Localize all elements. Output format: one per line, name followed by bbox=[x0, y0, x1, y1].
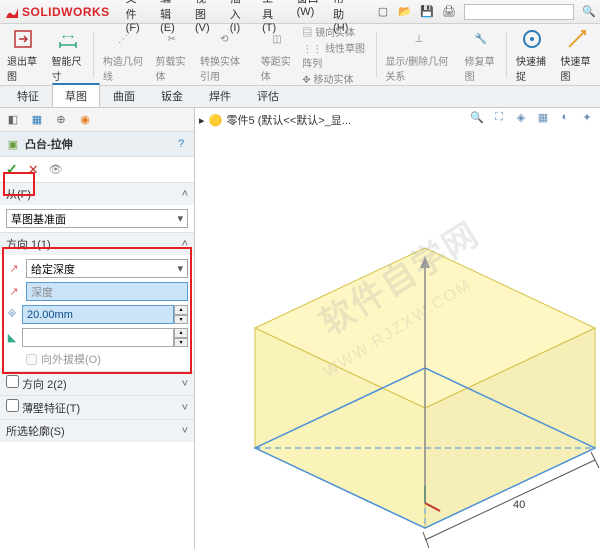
search-icon[interactable]: 🔍 bbox=[582, 5, 596, 19]
draft-outward-checkbox bbox=[26, 354, 37, 365]
section-from: 从(F) ˄ 草图基准面 ▾ bbox=[0, 182, 194, 232]
app-name: SOLIDWORKS bbox=[22, 5, 110, 19]
ribbon-pattern[interactable]: ⋮⋮ 线性草图阵列 bbox=[302, 40, 369, 70]
reverse-icon[interactable]: ↗ bbox=[6, 284, 22, 300]
caret-up-icon: ˄ bbox=[182, 238, 188, 250]
spin-down[interactable]: ▾ bbox=[174, 315, 188, 325]
tab-surface[interactable]: 曲面 bbox=[100, 84, 148, 107]
tab-evaluate[interactable]: 评估 bbox=[244, 84, 292, 107]
caret-down-icon: ˅ bbox=[182, 402, 188, 414]
tab-weldment[interactable]: 焊件 bbox=[196, 84, 244, 107]
cancel-button[interactable]: ✕ bbox=[28, 162, 39, 178]
dir2-checkbox[interactable] bbox=[6, 375, 19, 388]
spin-up[interactable]: ▴ bbox=[174, 328, 188, 338]
draft-input[interactable] bbox=[22, 328, 174, 347]
extrude-icon: ▣ bbox=[6, 137, 20, 151]
depth-input[interactable] bbox=[22, 305, 174, 324]
ribbon-repair[interactable]: 🔧修复草图 bbox=[462, 26, 501, 83]
depth-ref-field[interactable]: 深度 bbox=[26, 282, 188, 301]
ribbon-sep bbox=[93, 32, 94, 78]
tree-icon[interactable]: ◧ bbox=[6, 113, 20, 127]
caret-down-icon: ˅ bbox=[182, 425, 188, 437]
ribbon-trim[interactable]: ✂剪载实体 bbox=[152, 26, 191, 83]
section-from-header[interactable]: 从(F) ˄ bbox=[0, 183, 194, 205]
tab-sheetmetal[interactable]: 钣金 bbox=[148, 84, 196, 107]
feature-actions: ✓ ✕ 👁 bbox=[0, 157, 194, 182]
open-icon[interactable]: 📂 bbox=[398, 5, 412, 19]
print-icon[interactable]: 🖨 bbox=[442, 5, 456, 19]
tab-sketch[interactable]: 草图 bbox=[52, 83, 100, 107]
chevron-down-icon: ▾ bbox=[177, 262, 183, 275]
depth-icon: 🞜 bbox=[6, 307, 18, 323]
section-contour: 所选轮廓(S) ˅ bbox=[0, 419, 194, 442]
section-dir1-header[interactable]: 方向 1(1) ˄ bbox=[0, 233, 194, 255]
ribbon-exit-sketch[interactable]: 退出草图 bbox=[4, 26, 43, 83]
direction-icon[interactable]: ↗ bbox=[6, 261, 22, 277]
ribbon-rapid-sketch[interactable]: 快速草图 bbox=[558, 26, 597, 83]
thin-checkbox[interactable] bbox=[6, 399, 19, 412]
ribbon-relations[interactable]: ⊥显示/删除几何关系 bbox=[382, 26, 455, 83]
titlebar-tools: ▢ 📂 💾 🖨 🔍 bbox=[376, 4, 596, 20]
save-icon[interactable]: 💾 bbox=[420, 5, 434, 19]
ribbon-construct[interactable]: ⋰构造几何线 bbox=[100, 26, 147, 83]
appearance-icon[interactable]: ◉ bbox=[78, 113, 92, 127]
section-direction2: 方向 2(2) ˅ bbox=[0, 371, 194, 395]
depth-type-combo[interactable]: 给定深度 ▾ bbox=[26, 259, 188, 278]
tab-feature[interactable]: 特征 bbox=[4, 84, 52, 107]
viewport[interactable]: ▸ 🟡 零件5 (默认<<默认>_显... 🔍 ⛶ ◈ ▦ ◐ ✦ bbox=[195, 108, 600, 549]
chevron-down-icon: ▾ bbox=[177, 212, 183, 225]
menu-pin-icon[interactable]: 📌 bbox=[362, 0, 376, 2]
ribbon-convert[interactable]: ⟲转换实体引用 bbox=[197, 26, 252, 83]
svg-text:⟷: ⟷ bbox=[62, 32, 74, 41]
caret-up-icon: ˄ bbox=[182, 188, 188, 200]
property-manager: ◧ ▦ ⊕ ◉ ▣ 凸台-拉伸 ? ✓ ✕ 👁 从(F) ˄ 草图基准面 ▾ bbox=[0, 108, 195, 549]
search-input[interactable] bbox=[464, 4, 574, 20]
from-combo[interactable]: 草图基准面 ▾ bbox=[6, 209, 188, 228]
caret-down-icon: ˅ bbox=[182, 378, 188, 390]
section-direction1: 方向 1(1) ˄ ↗ 给定深度 ▾ ↗ 深度 bbox=[0, 232, 194, 371]
feature-title: 凸台-拉伸 bbox=[25, 136, 73, 152]
depth-spinner[interactable]: ▴▾ bbox=[22, 305, 188, 324]
feature-header: ▣ 凸台-拉伸 ? bbox=[0, 132, 194, 157]
new-icon[interactable]: ▢ bbox=[376, 5, 390, 19]
sidebar-tabs: ◧ ▦ ⊕ ◉ bbox=[0, 108, 194, 132]
config-icon[interactable]: ⊕ bbox=[54, 113, 68, 127]
draft-spinner[interactable]: ▴▾ bbox=[22, 328, 188, 347]
dimension-value: 40 bbox=[513, 499, 525, 511]
ribbon-quicksnap[interactable]: 快速捕捉 bbox=[513, 26, 552, 83]
ribbon-smart-dim[interactable]: ⟷ 智能尺寸 bbox=[49, 26, 88, 83]
app-logo: SOLIDWORKS bbox=[4, 4, 110, 20]
section-thin-header[interactable]: 薄壁特征(T) ˅ bbox=[0, 396, 194, 419]
draft-icon[interactable]: ◣ bbox=[6, 330, 18, 346]
props-icon[interactable]: ▦ bbox=[30, 113, 44, 127]
model-view: 40 bbox=[195, 108, 600, 549]
section-dir2-header[interactable]: 方向 2(2) ˅ bbox=[0, 372, 194, 395]
ribbon-mirror[interactable]: ▤ 镜向实体 bbox=[302, 24, 369, 39]
spin-up[interactable]: ▴ bbox=[174, 305, 188, 315]
help-icon[interactable]: ? bbox=[174, 137, 188, 151]
command-tabs: 特征 草图 曲面 钣金 焊件 评估 bbox=[0, 86, 600, 108]
ok-button[interactable]: ✓ bbox=[6, 161, 18, 178]
ribbon-sep bbox=[376, 32, 377, 78]
preview-icon[interactable]: 👁 bbox=[49, 163, 63, 177]
spin-down[interactable]: ▾ bbox=[174, 338, 188, 348]
section-thin: 薄壁特征(T) ˅ bbox=[0, 395, 194, 419]
titlebar: SOLIDWORKS 文件(F) 编辑(E) 视图(V) 插入(I) 工具(T)… bbox=[0, 0, 600, 24]
ribbon-sep bbox=[506, 32, 507, 78]
ribbon-move[interactable]: ✥ 移动实体 bbox=[302, 71, 369, 86]
draft-outward-label: 向外拔模(O) bbox=[41, 351, 101, 367]
section-contour-header[interactable]: 所选轮廓(S) ˅ bbox=[0, 420, 194, 442]
ribbon-offset[interactable]: ◫等距实体 bbox=[258, 26, 297, 83]
